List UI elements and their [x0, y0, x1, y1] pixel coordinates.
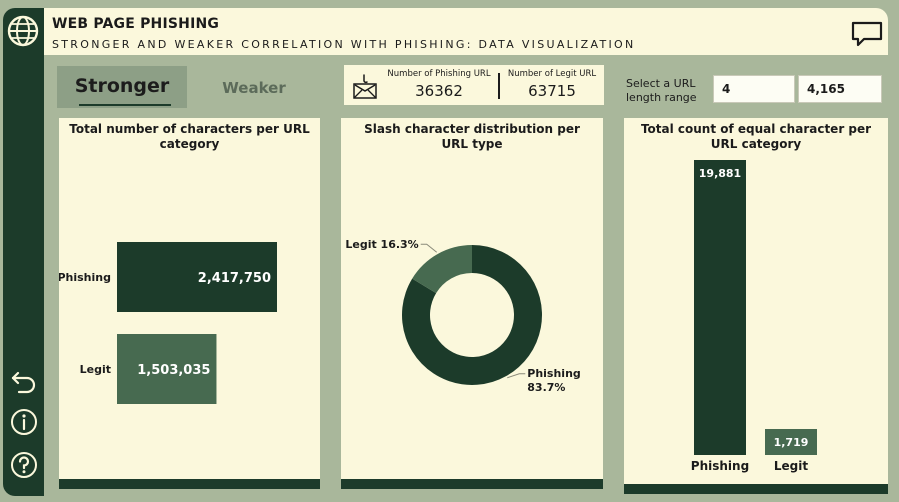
data-label: 19,881	[699, 167, 741, 180]
card-footer-bar	[341, 479, 603, 489]
chart-card-slash-distribution: Slash character distribution per URL typ…	[341, 118, 603, 489]
kpi-phishing-label: Number of Phishing URL	[387, 69, 491, 79]
kpi-card: Number of Phishing URL 36362 Number of L…	[344, 65, 604, 105]
globe-icon	[6, 14, 40, 48]
help-icon[interactable]	[9, 450, 39, 480]
category-label: Legit	[774, 459, 808, 473]
bar-chart-vertical: 19,881 Phishing 1,719 Legit	[691, 160, 817, 473]
info-icon[interactable]	[9, 407, 39, 437]
range-max-input[interactable]: 4,165	[798, 75, 882, 103]
tab-stronger[interactable]: Stronger	[57, 66, 187, 108]
bar-phishing	[694, 160, 746, 455]
tab-weaker[interactable]: Weaker	[206, 70, 302, 106]
leader-line	[507, 373, 526, 379]
card-footer-bar	[59, 479, 320, 489]
kpi-legit-label: Number of Legit URL	[507, 69, 597, 79]
range-filter-label: Select a URL length range	[626, 77, 697, 104]
bar-chart-horizontal: Phishing 2,417,750 Legit 1,503,035	[59, 242, 277, 404]
slice-value-label: 83.7%	[527, 381, 565, 394]
kpi-divider	[498, 73, 500, 99]
tab-weaker-label: Weaker	[222, 79, 286, 97]
data-label: 1,503,035	[137, 363, 210, 378]
range-min-value: 4	[722, 82, 731, 96]
range-min-input[interactable]: 4	[713, 75, 795, 103]
card-footer-bar	[624, 484, 888, 494]
back-arrow-icon[interactable]	[9, 364, 39, 394]
slice-label: Legit 16.3%	[345, 238, 418, 251]
leader-line	[420, 243, 438, 253]
chart-card-equal-character: Total count of equal character per URL c…	[624, 118, 888, 494]
mail-hook-icon	[352, 74, 378, 100]
kpi-phishing-value: 36362	[415, 82, 463, 100]
slice-category-label: Phishing	[527, 367, 581, 380]
kpi-legit-value: 63715	[528, 82, 576, 100]
category-label: Phishing	[691, 459, 749, 473]
page-title: WEB PAGE PHISHING	[52, 16, 220, 32]
chart-card-total-characters: Total number of characters per URL categ…	[59, 118, 320, 489]
tab-stronger-label: Stronger	[74, 75, 170, 97]
tab-underline	[79, 104, 171, 106]
data-label: 2,417,750	[198, 271, 271, 286]
data-label: 1,719	[774, 436, 809, 449]
page-subtitle: STRONGER AND WEAKER CORRELATION WITH PHI…	[52, 38, 636, 51]
comment-icon[interactable]	[850, 20, 884, 48]
donut-chart: Phishing83.7% Legit 16.3%	[345, 238, 581, 394]
category-label: Phishing	[59, 271, 111, 284]
range-max-value: 4,165	[807, 82, 845, 96]
category-label: Legit	[80, 363, 111, 376]
